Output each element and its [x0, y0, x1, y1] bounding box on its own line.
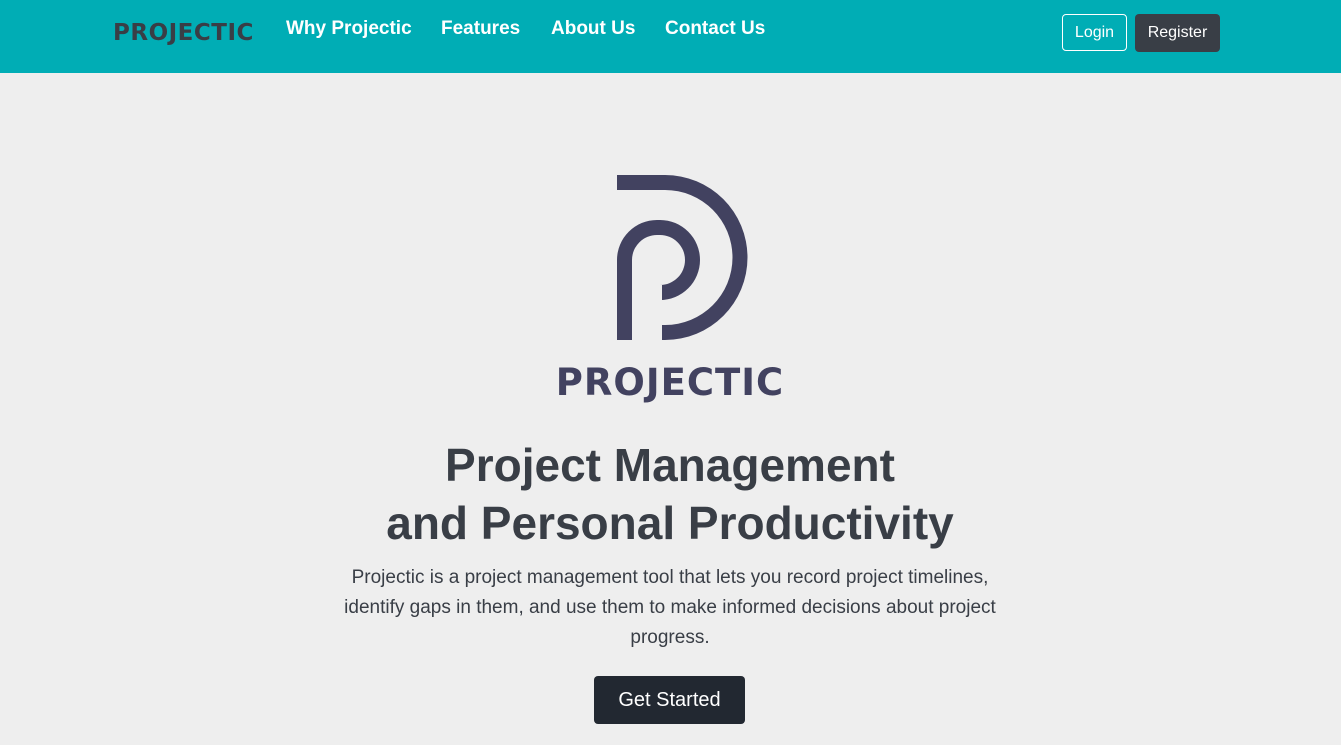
page-title: Project Management and Personal Producti…: [270, 436, 1070, 552]
nav-link-about-us[interactable]: About Us: [551, 16, 635, 42]
get-started-button[interactable]: Get Started: [594, 676, 745, 724]
projectic-logo-icon: [617, 175, 748, 340]
nav-link-why-projectic[interactable]: Why Projectic: [286, 16, 412, 42]
headline-line-1: Project Management: [445, 439, 895, 491]
nav-link-features[interactable]: Features: [441, 16, 520, 42]
register-button[interactable]: Register: [1135, 14, 1220, 52]
hero-description: Projectic is a project management tool t…: [344, 567, 996, 648]
logo-wordmark: PROJECTIC: [555, 361, 785, 404]
login-button[interactable]: Login: [1062, 14, 1127, 51]
headline-line-2: and Personal Productivity: [386, 497, 954, 549]
brand-logo[interactable]: PROJECTIC: [113, 18, 254, 48]
navbar: PROJECTIC Why Projectic Features About U…: [0, 0, 1341, 73]
nav-link-contact-us[interactable]: Contact Us: [665, 16, 765, 42]
